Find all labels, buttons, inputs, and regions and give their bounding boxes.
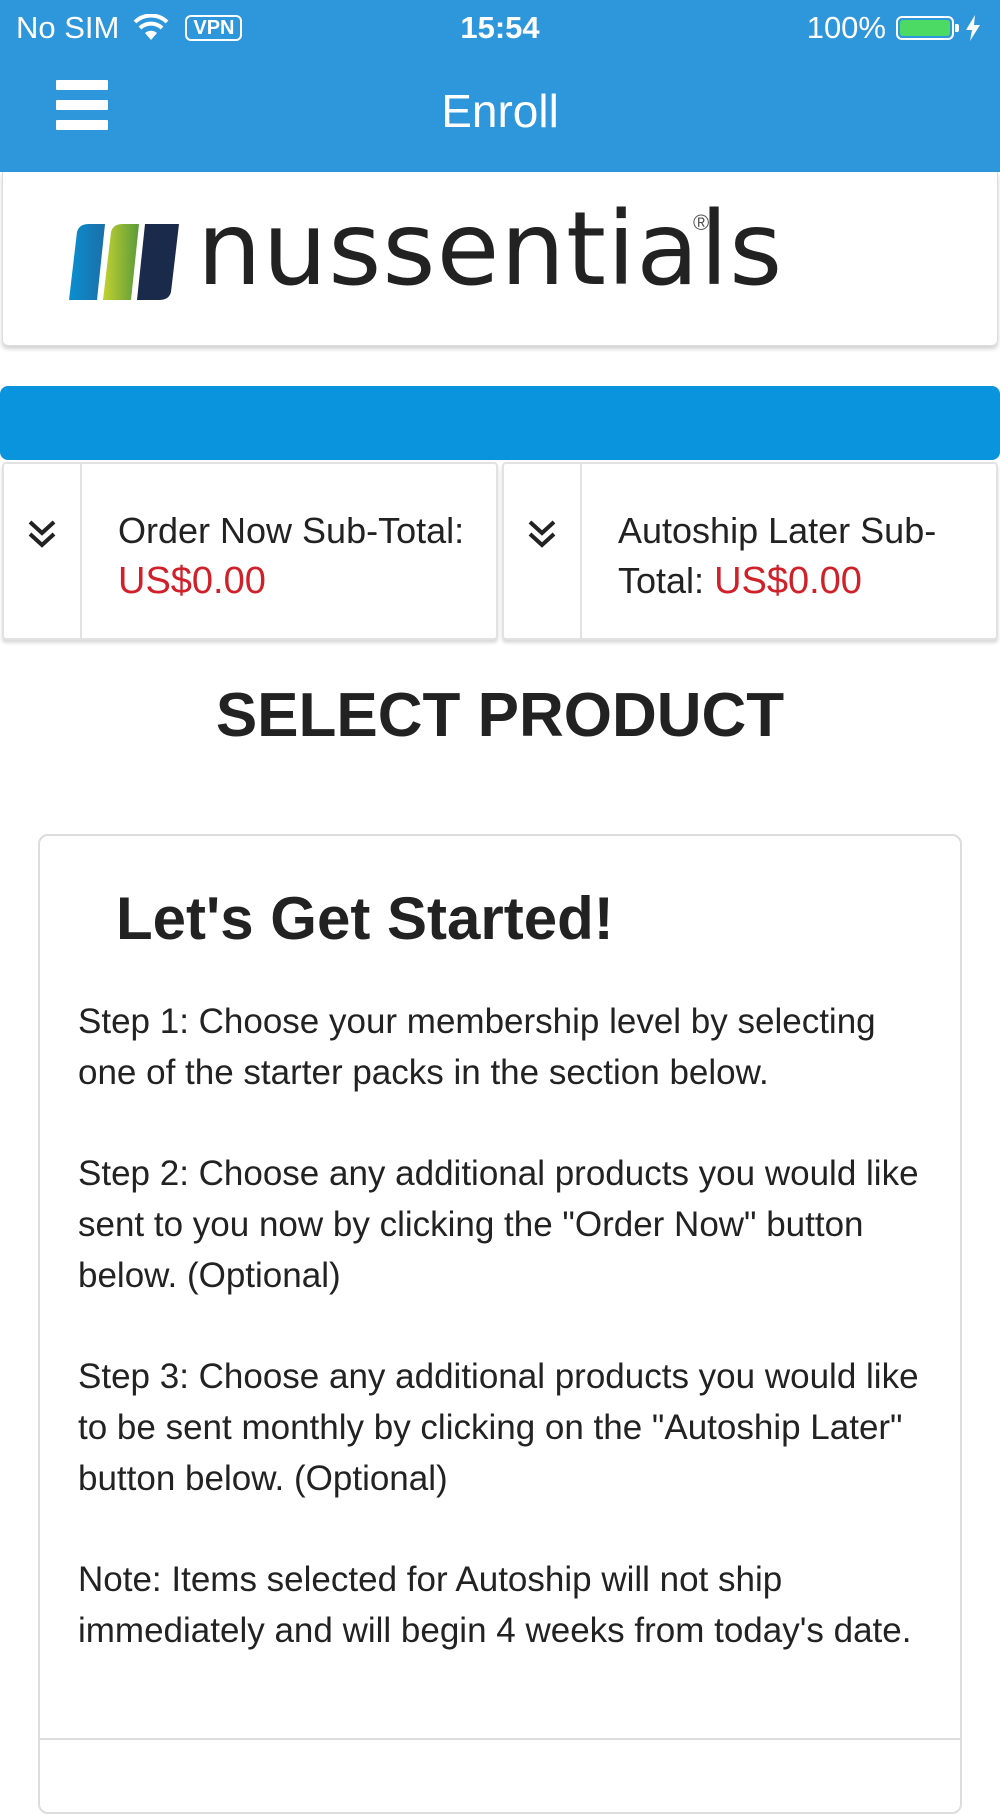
- step-3-text: Step 3: Choose any additional products y…: [78, 1357, 919, 1498]
- getting-started-card: Let's Get Started! Step 1: Choose your m…: [38, 834, 962, 1814]
- section-title: SELECT PRODUCT: [215, 681, 785, 750]
- autoship-later-subtotal[interactable]: Autoship Later Sub-Total: US$0.00: [502, 462, 998, 640]
- nav-bar: Enroll: [0, 56, 1000, 172]
- card-divider: [40, 1738, 960, 1740]
- brand-wordmark: nussentials: [197, 190, 784, 309]
- accent-bar: [0, 386, 1000, 460]
- nussentials-logo-mark: [69, 224, 179, 300]
- logo-card: nussentials ®: [2, 172, 998, 346]
- order-now-amount: US$0.00: [118, 560, 266, 602]
- double-chevron-down-icon: [28, 520, 56, 548]
- status-bar: No SIM VPN 15:54 100%: [0, 0, 1000, 56]
- card-title: Let's Get Started!: [116, 885, 614, 952]
- step-1-text: Step 1: Choose your membership level by …: [78, 1002, 876, 1092]
- double-chevron-down-icon: [528, 520, 556, 548]
- order-now-label: Order Now Sub-Total:: [118, 510, 465, 551]
- charging-bolt-icon: [966, 15, 980, 41]
- order-now-expand-toggle[interactable]: [4, 464, 82, 638]
- battery-percent: 100%: [806, 10, 886, 45]
- page-title: Enroll: [441, 85, 559, 137]
- registered-mark: ®: [693, 210, 710, 235]
- autoship-later-amount: US$0.00: [714, 560, 862, 602]
- order-now-subtotal-text: Order Now Sub-Total: US$0.00: [118, 506, 486, 606]
- battery-level: [900, 20, 950, 36]
- battery-icon: [896, 16, 959, 40]
- step-2-text: Step 2: Choose any additional products y…: [78, 1154, 919, 1295]
- note-text: Note: Items selected for Autoship will n…: [78, 1560, 912, 1650]
- order-now-subtotal[interactable]: Order Now Sub-Total: US$0.00: [2, 462, 498, 640]
- top-bar: No SIM VPN 15:54 100% Enroll: [0, 0, 1000, 172]
- steps-list: Step 1: Choose your membership level by …: [78, 996, 928, 1706]
- autoship-later-subtotal-text: Autoship Later Sub-Total: US$0.00: [618, 506, 986, 606]
- status-right: 100%: [807, 10, 982, 46]
- autoship-later-expand-toggle[interactable]: [504, 464, 582, 638]
